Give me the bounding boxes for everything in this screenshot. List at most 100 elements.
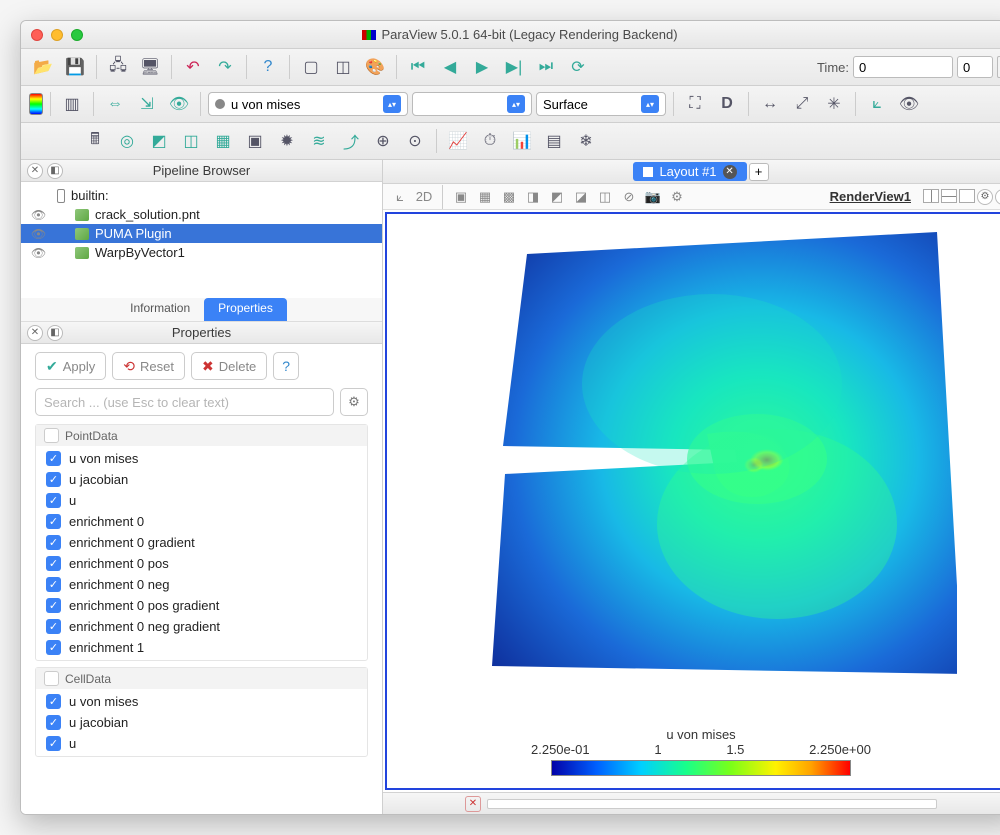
checkbox-icon[interactable]: ✓ xyxy=(46,493,61,508)
checkbox-icon[interactable]: ✓ xyxy=(46,514,61,529)
plot-over-line-icon[interactable]: 📈 xyxy=(444,127,472,155)
select-block-button[interactable]: ◨ xyxy=(524,188,542,206)
disconnect-button[interactable]: 🖥 xyxy=(136,53,164,81)
render-view[interactable]: u von mises 2.250e-0111.52.250e+00 xyxy=(385,212,1000,790)
time-step-input[interactable] xyxy=(957,56,993,78)
maximize-window-button[interactable] xyxy=(71,29,83,41)
play-button[interactable]: ▶ xyxy=(468,53,496,81)
hover-points-button[interactable]: ◪ xyxy=(572,188,590,206)
checkbox-icon[interactable]: ✓ xyxy=(46,619,61,634)
prev-frame-button[interactable]: ◀ xyxy=(436,53,464,81)
loop-button[interactable]: ⟳ xyxy=(564,53,592,81)
pipeline-item[interactable]: builtin: xyxy=(21,186,382,205)
close-layout-icon[interactable]: ✕ xyxy=(723,165,737,179)
checkbox-icon[interactable]: ✓ xyxy=(46,577,61,592)
adjust-camera-button[interactable]: ⚙ xyxy=(668,188,686,206)
first-frame-button[interactable]: ⏮ xyxy=(404,53,432,81)
rescale-custom-button[interactable]: ⇲ xyxy=(133,90,161,118)
pipeline-tree[interactable]: builtin:👁crack_solution.pnt👁PUMA Plugin👁… xyxy=(21,182,382,298)
deselect-button[interactable]: ⊘ xyxy=(620,188,638,206)
last-frame-button[interactable]: ⏭ xyxy=(532,53,560,81)
color-palette-button[interactable]: 🎨 xyxy=(361,53,389,81)
scalar-bar-button[interactable]: ▥ xyxy=(58,90,86,118)
property-checkbox-row[interactable]: ✓enrichment 0 gradient xyxy=(36,532,367,553)
tab-properties[interactable]: Properties xyxy=(204,298,287,321)
center-axis-button[interactable]: 👁 xyxy=(895,90,923,118)
group-checkbox[interactable] xyxy=(44,428,59,443)
coloring-field-select[interactable]: u von mises ▴▾ xyxy=(208,92,408,116)
property-checkbox-row[interactable]: ✓u jacobian xyxy=(36,712,367,733)
property-checkbox-row[interactable]: ✓u xyxy=(36,490,367,511)
close-view-button[interactable]: ✕ xyxy=(995,189,1000,205)
hover-cells-button[interactable]: ◫ xyxy=(596,188,614,206)
close-window-button[interactable] xyxy=(31,29,43,41)
box-button[interactable]: ▢ xyxy=(297,53,325,81)
property-checkbox-row[interactable]: ✓enrichment 0 neg gradient xyxy=(36,616,367,637)
probe-icon[interactable]: ⏱ xyxy=(476,127,504,155)
connect-button[interactable]: 🖧 xyxy=(104,53,132,81)
representation-select[interactable]: Surface ▴▾ xyxy=(536,92,666,116)
property-checkbox-row[interactable]: ✓enrichment 0 pos xyxy=(36,553,367,574)
pipeline-item[interactable]: 👁WarpByVector1 xyxy=(21,243,382,262)
undo-button[interactable]: ↶ xyxy=(179,53,207,81)
checkbox-icon[interactable]: ✓ xyxy=(46,736,61,751)
interactive-select-button[interactable]: ◩ xyxy=(548,188,566,206)
next-frame-button[interactable]: ▶| xyxy=(500,53,528,81)
spreadsheet-icon[interactable]: ▤ xyxy=(540,127,568,155)
select-cells-button[interactable]: ▦ xyxy=(476,188,494,206)
axis-z-button[interactable]: ✳ xyxy=(820,90,848,118)
rescale-visible-button[interactable]: 👁 xyxy=(165,90,193,118)
property-checkbox-row[interactable]: ✓u jacobian xyxy=(36,469,367,490)
stream-filter-icon[interactable]: ≋ xyxy=(305,127,333,155)
checkbox-icon[interactable]: ✓ xyxy=(46,472,61,487)
property-checkbox-row[interactable]: ✓enrichment 0 xyxy=(36,511,367,532)
component-select[interactable]: ▴▾ xyxy=(412,92,532,116)
redo-button[interactable]: ↷ xyxy=(211,53,239,81)
property-checkbox-row[interactable]: ✓u von mises xyxy=(36,691,367,712)
property-checkbox-row[interactable]: ✓enrichment 0 neg xyxy=(36,574,367,595)
tab-information[interactable]: Information xyxy=(116,298,204,321)
group-filter-icon[interactable]: ⊕ xyxy=(369,127,397,155)
temporal-icon[interactable]: ❄ xyxy=(572,127,600,155)
reset-button[interactable]: ⟲Reset xyxy=(112,352,185,380)
property-checkbox-row[interactable]: ✓enrichment 1 xyxy=(36,637,367,658)
select-points-button[interactable]: ▣ xyxy=(452,188,470,206)
delete-button[interactable]: ✖Delete xyxy=(191,352,267,380)
screenshot-button[interactable]: ◫ xyxy=(329,53,357,81)
property-checkbox-row[interactable]: ✓u xyxy=(36,733,367,754)
checkbox-icon[interactable]: ✓ xyxy=(46,715,61,730)
open-file-button[interactable]: 📂 xyxy=(29,53,57,81)
rescale-range-button[interactable]: ⇔ xyxy=(101,90,129,118)
group-header[interactable]: PointData xyxy=(36,425,367,446)
view-settings-button[interactable]: ⚙ xyxy=(977,189,993,205)
camera-button[interactable]: 📷 xyxy=(644,188,662,206)
save-button[interactable]: 💾 xyxy=(61,53,89,81)
layout-tab-1[interactable]: Layout #1 ✕ xyxy=(633,162,746,181)
checkbox-icon[interactable]: ✓ xyxy=(46,694,61,709)
visibility-eye-icon[interactable]: 👁 xyxy=(31,227,45,241)
calculator-filter-icon[interactable]: 🖩 xyxy=(81,127,109,155)
properties-close-button[interactable]: ✕ xyxy=(27,325,43,341)
properties-help-button[interactable]: ? xyxy=(273,352,299,380)
group-checkbox[interactable] xyxy=(44,671,59,686)
properties-search-input[interactable] xyxy=(35,388,334,416)
axis-y-button[interactable]: ⤢ xyxy=(788,90,816,118)
apply-button[interactable]: ✔Apply xyxy=(35,352,106,380)
group-header[interactable]: CellData xyxy=(36,668,367,689)
properties-detach-button[interactable]: ◧ xyxy=(47,325,63,341)
checkbox-icon[interactable]: ✓ xyxy=(46,451,61,466)
maximize-view-button[interactable] xyxy=(959,189,975,203)
pipeline-close-button[interactable]: ✕ xyxy=(27,163,43,179)
minimize-window-button[interactable] xyxy=(51,29,63,41)
time-value-input[interactable] xyxy=(853,56,953,78)
split-vertical-button[interactable] xyxy=(941,189,957,203)
contour-filter-icon[interactable]: ◎ xyxy=(113,127,141,155)
checkbox-icon[interactable]: ✓ xyxy=(46,556,61,571)
extract-selection-icon[interactable]: ⊙ xyxy=(401,127,429,155)
visibility-eye-icon[interactable]: 👁 xyxy=(31,208,45,222)
visibility-eye-icon[interactable]: 👁 xyxy=(31,246,45,260)
camera-2d-button[interactable]: 2D xyxy=(415,188,433,206)
axis-x-button[interactable]: ↔ xyxy=(756,90,784,118)
threshold-filter-icon[interactable]: ▦ xyxy=(209,127,237,155)
zoom-to-data-button[interactable]: D xyxy=(713,90,741,118)
